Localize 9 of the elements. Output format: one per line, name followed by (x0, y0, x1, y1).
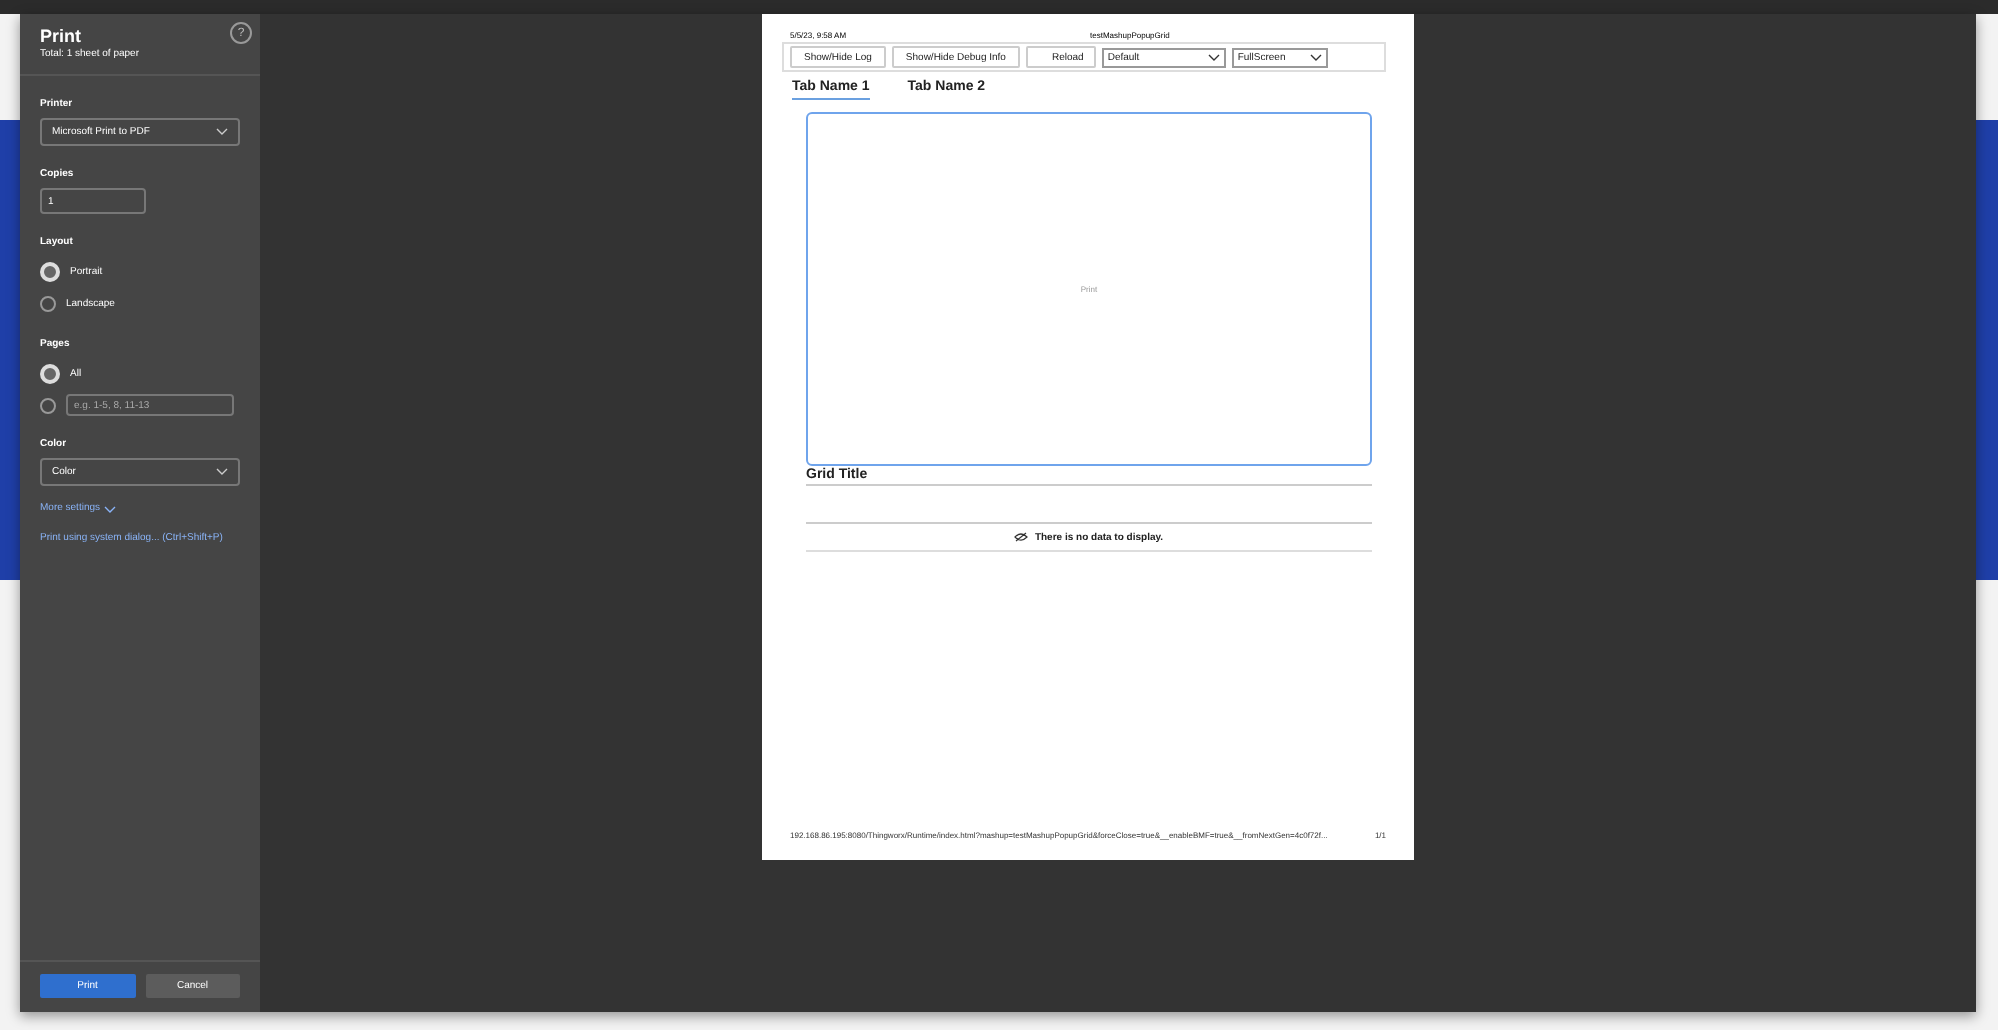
chevron-down-icon (216, 468, 228, 476)
hidden-eye-icon (1014, 532, 1029, 542)
radio-button[interactable] (40, 397, 56, 413)
chevron-down-icon (1207, 53, 1220, 61)
chevron-down-icon (104, 505, 117, 513)
chevron-down-icon (1309, 53, 1322, 61)
chevron-down-icon (216, 128, 228, 136)
dialog-title: Print (40, 26, 84, 48)
radio-button[interactable] (40, 295, 56, 311)
